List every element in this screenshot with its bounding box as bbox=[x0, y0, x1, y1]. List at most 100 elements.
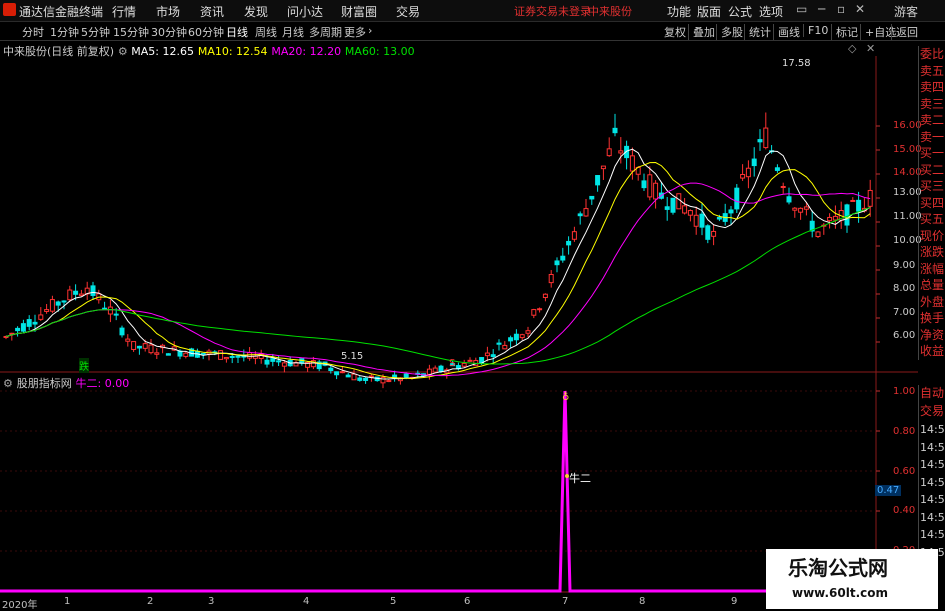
sidebar-trade-item[interactable]: 14:56 bbox=[919, 456, 945, 474]
trade-sidebar: 自动交易14:5614:5614:5614:5614:5614:5614:561… bbox=[918, 385, 945, 561]
sidebar-trade-item[interactable]: 14:56 bbox=[919, 526, 945, 544]
candle-body bbox=[15, 327, 21, 332]
sidebar-item[interactable]: 换手 bbox=[919, 310, 945, 327]
sidebar-item[interactable]: 涨跌 bbox=[919, 244, 945, 261]
candle-body bbox=[513, 333, 519, 341]
candle-body bbox=[711, 230, 717, 237]
candle-body bbox=[740, 174, 746, 179]
candle-body bbox=[426, 368, 432, 375]
candle-body bbox=[554, 260, 560, 266]
sidebar-item[interactable]: 委比 bbox=[919, 46, 945, 63]
indicator-settings-icon[interactable]: ⚙ bbox=[3, 377, 13, 390]
candle-body bbox=[270, 358, 276, 362]
candle-body bbox=[606, 148, 612, 157]
sidebar-item[interactable]: 外盘 bbox=[919, 294, 945, 311]
sidebar-item[interactable]: 卖四 bbox=[919, 79, 945, 96]
sidebar-item[interactable]: 买五 bbox=[919, 211, 945, 228]
candle-body bbox=[600, 165, 606, 170]
candle-body bbox=[432, 367, 438, 373]
candle-body bbox=[682, 205, 688, 214]
candle-body bbox=[229, 356, 235, 359]
candle-body bbox=[612, 127, 618, 134]
candle-body bbox=[734, 187, 740, 210]
sidebar-item[interactable]: 买四 bbox=[919, 195, 945, 212]
candle-body bbox=[641, 180, 647, 189]
candle-body bbox=[560, 255, 566, 261]
sidebar-trade-item[interactable]: 交易 bbox=[919, 403, 945, 421]
sidebar-item[interactable]: 买二 bbox=[919, 162, 945, 179]
sidebar-trade-item[interactable]: 14:56 bbox=[919, 474, 945, 492]
candle-body bbox=[467, 359, 473, 362]
candle-body bbox=[531, 309, 537, 316]
candle-body bbox=[542, 293, 548, 299]
sidebar-item[interactable]: 净资 bbox=[919, 327, 945, 344]
candle-body bbox=[786, 196, 792, 203]
candle-body bbox=[247, 352, 253, 359]
sidebar-trade-item[interactable]: 14:56 bbox=[919, 491, 945, 509]
kline-chart[interactable] bbox=[0, 0, 945, 609]
sidebar-item[interactable]: 卖五 bbox=[919, 63, 945, 80]
ind-tick: 1.00 bbox=[893, 386, 916, 397]
candle-body bbox=[438, 365, 444, 373]
candle-body bbox=[357, 377, 363, 381]
candle-body bbox=[815, 231, 821, 238]
x-tick: 4 bbox=[303, 596, 310, 607]
indicator-signal-label: 牛二 bbox=[569, 472, 591, 485]
candle-body bbox=[61, 300, 67, 303]
candle-body bbox=[763, 127, 769, 149]
candle-body bbox=[571, 231, 577, 240]
sidebar-item[interactable]: 涨幅 bbox=[919, 261, 945, 278]
indicator-line bbox=[0, 390, 876, 593]
candle-body bbox=[716, 217, 722, 220]
candle-body bbox=[334, 371, 340, 376]
candle-body bbox=[102, 307, 108, 310]
candle-body bbox=[664, 206, 670, 210]
sidebar-item[interactable]: 现价 bbox=[919, 228, 945, 245]
sidebar-item[interactable]: 收益 bbox=[919, 343, 945, 360]
candle-body bbox=[745, 167, 751, 178]
indicator-name[interactable]: 股朋指标网 bbox=[17, 377, 72, 390]
candle-body bbox=[131, 341, 137, 350]
sidebar-trade-item[interactable]: 14:56 bbox=[919, 439, 945, 457]
sidebar-trade-item[interactable]: 14:56 bbox=[919, 509, 945, 527]
ma60-line bbox=[5, 206, 871, 365]
candle-body bbox=[38, 314, 44, 320]
candle-body bbox=[537, 308, 543, 311]
sidebar-item[interactable]: 卖三 bbox=[919, 96, 945, 113]
candle-body bbox=[583, 208, 589, 217]
candle-body bbox=[136, 345, 142, 349]
ind-tick: 0.40 bbox=[893, 505, 916, 516]
sidebar-item[interactable]: 买一 bbox=[919, 145, 945, 162]
candle-body bbox=[844, 204, 850, 226]
candle-body bbox=[183, 352, 189, 357]
sidebar-item[interactable]: 买三 bbox=[919, 178, 945, 195]
candle-body bbox=[276, 360, 282, 363]
candle-body bbox=[165, 353, 171, 356]
candle-body bbox=[798, 207, 804, 213]
watermark-title: 乐淘公式网 bbox=[788, 556, 888, 580]
sidebar-item[interactable]: 卖一 bbox=[919, 129, 945, 146]
candle-body bbox=[705, 225, 711, 240]
candle-body bbox=[125, 338, 131, 342]
quote-sidebar: 委比 卖五 卖四 卖三 卖二 卖一 买一 买二 买三 买四 买五 现价 涨跌 涨幅 总量 外盘 换手 净资 收益 bbox=[918, 46, 945, 360]
candle-body bbox=[78, 293, 84, 296]
candle-body bbox=[119, 327, 125, 336]
low-label: 5.15 bbox=[341, 351, 364, 362]
x-tick: 9 bbox=[731, 596, 738, 607]
candle-body bbox=[832, 215, 838, 221]
candle-body bbox=[566, 240, 572, 246]
candle-body bbox=[792, 207, 798, 211]
candle-body bbox=[223, 356, 229, 360]
candle-body bbox=[757, 139, 763, 143]
candle-body bbox=[484, 352, 490, 357]
candle-body bbox=[618, 150, 624, 154]
price-tick: 7.00 bbox=[893, 307, 916, 318]
sidebar-item[interactable]: 总量 bbox=[919, 277, 945, 294]
sidebar-trade-item[interactable]: 14:56 bbox=[919, 421, 945, 439]
sidebar-trade-item[interactable]: 自动 bbox=[919, 385, 945, 403]
sidebar-item[interactable]: 卖二 bbox=[919, 112, 945, 129]
x-tick: 1 bbox=[64, 596, 71, 607]
candle-body bbox=[403, 373, 409, 378]
candle-body bbox=[113, 313, 119, 316]
candle-body bbox=[548, 273, 554, 284]
